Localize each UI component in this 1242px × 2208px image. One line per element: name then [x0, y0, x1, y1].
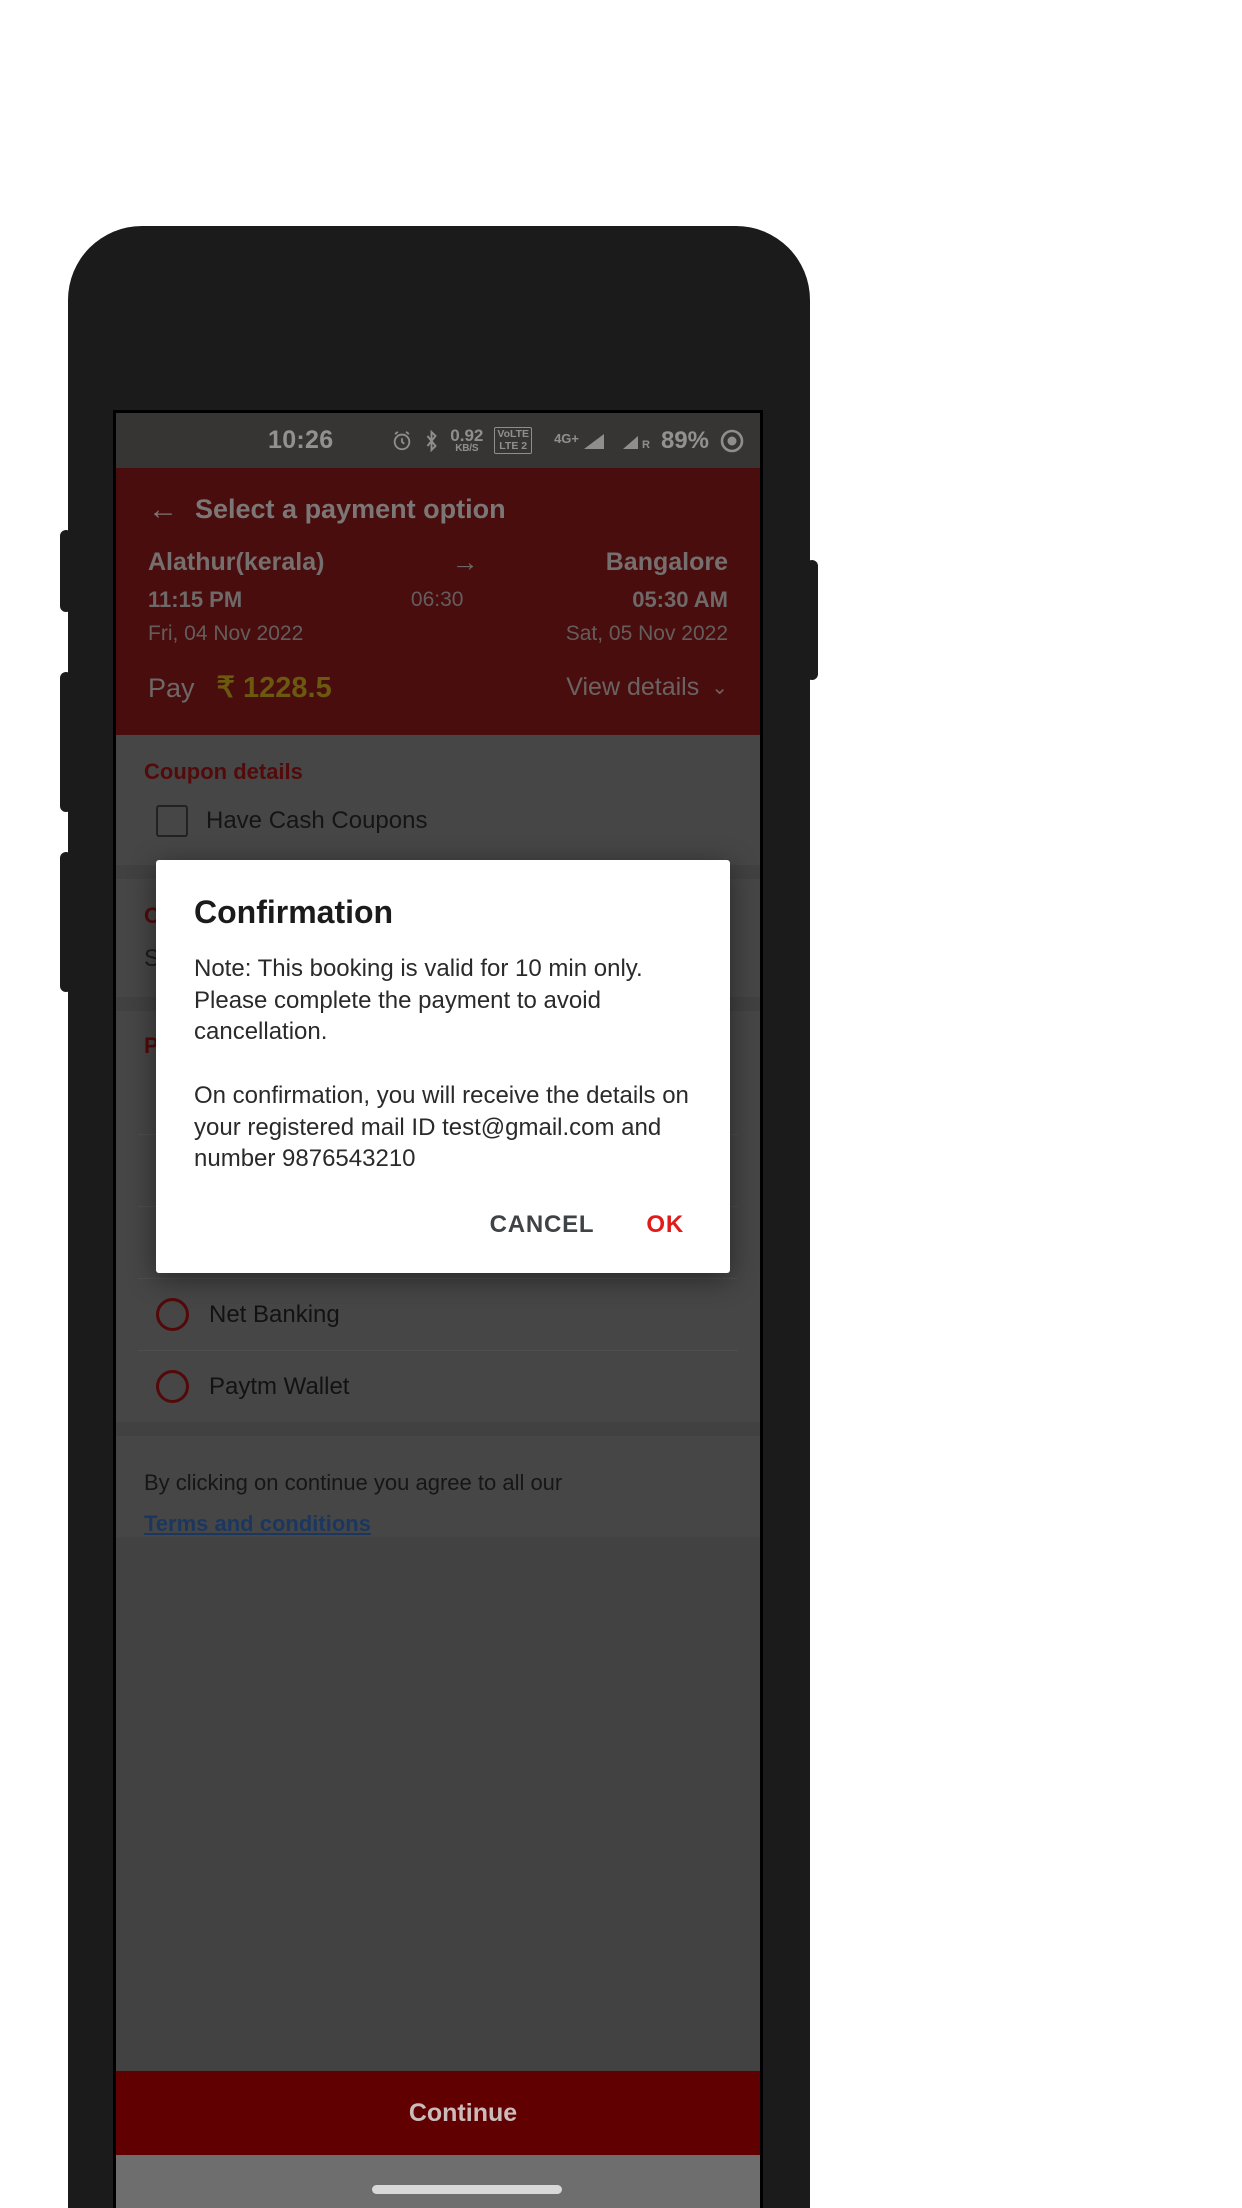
route-dates-row: Fri, 04 Nov 2022 Sat, 05 Nov 2022 — [138, 613, 738, 646]
continue-button-label: Continue — [408, 2098, 518, 2127]
data-speed-value: 0.92 — [450, 426, 484, 445]
departure-time: 11:15 PM — [148, 587, 243, 612]
payment-option-row[interactable]: Paytm Wallet — [138, 1351, 738, 1422]
screen-record-icon — [720, 429, 744, 453]
dialog-title: Confirmation — [194, 894, 394, 930]
pay-label: Pay — [148, 673, 195, 703]
signal-strength-secondary-icon: R — [617, 431, 650, 451]
dialog-actions: CANCEL OK — [194, 1175, 692, 1259]
radio-icon[interactable] — [156, 1298, 189, 1331]
battery-percentage: 89% — [660, 426, 709, 454]
phone-screen: 10:26 0.92 KB/S VoLTE LTE 2 4G+ R 89% ← … — [113, 410, 763, 2208]
page-title: Select a payment option — [195, 494, 506, 524]
dialog-paragraph-1: Note: This booking is valid for 10 min o… — [194, 955, 643, 1046]
app-header: ← Select a payment option Alathur(kerala… — [116, 468, 760, 735]
terms-and-conditions-link[interactable]: Terms and conditions — [144, 1499, 371, 1537]
arrival-date: Sat, 05 Nov 2022 — [565, 622, 728, 645]
pay-amount: ₹ 1228.5 — [216, 672, 332, 704]
confirmation-dialog: Confirmation Note: This booking is valid… — [156, 860, 730, 1274]
continue-button[interactable]: Continue — [116, 2071, 760, 2155]
device-button-left-1[interactable] — [60, 530, 72, 612]
volte-line-2: LTE 2 — [499, 439, 528, 452]
screenshot-root: 10:26 0.92 KB/S VoLTE LTE 2 4G+ R 89% ← … — [0, 0, 1242, 2208]
device-button-left-3[interactable] — [60, 852, 72, 992]
departure-date: Fri, 04 Nov 2022 — [148, 622, 304, 645]
alarm-clock-icon — [391, 430, 413, 452]
terms-block: By clicking on continue you agree to all… — [116, 1436, 760, 1537]
device-button-right[interactable] — [806, 560, 818, 680]
volte-line-1: VoLTE — [497, 428, 530, 441]
view-details-label: View details — [566, 673, 700, 701]
volte-icon: VoLTE LTE 2 — [494, 427, 533, 454]
payment-option-row[interactable]: Net Banking — [138, 1279, 738, 1351]
destination-city: Bangalore — [605, 548, 728, 576]
origin-city: Alathur(kerala) — [148, 548, 325, 576]
status-bar-icons: 0.92 KB/S VoLTE LTE 2 4G+ R 89% — [391, 427, 744, 455]
have-cash-coupons-row[interactable]: Have Cash Coupons — [138, 791, 738, 865]
data-speed-unit: KB/S — [455, 443, 479, 454]
system-navigation-bar — [116, 2155, 760, 2208]
route-times-row: 11:15 PM 06:30 05:30 AM — [138, 578, 738, 613]
ok-button[interactable]: OK — [646, 1211, 684, 1239]
arrival-time: 05:30 AM — [632, 587, 728, 612]
route-cities-row: Alathur(kerala) → Bangalore — [138, 547, 738, 578]
device-button-left-2[interactable] — [60, 672, 72, 812]
gesture-pill[interactable] — [372, 2185, 562, 2194]
data-speed-indicator: 0.92 KB/S — [450, 427, 483, 454]
coupon-details-card: Coupon details Have Cash Coupons — [116, 735, 760, 865]
payment-option-label: Paytm Wallet — [209, 1372, 350, 1400]
status-bar-clock: 10:26 — [268, 426, 334, 454]
journey-duration: 06:30 — [410, 588, 464, 611]
bluetooth-icon — [424, 429, 439, 452]
header-title-row: ← Select a payment option — [138, 486, 738, 547]
arrow-right-icon: → — [451, 547, 479, 577]
coupon-section-title: Coupon details — [144, 759, 303, 784]
network-type-label: 4G+ — [554, 430, 579, 446]
dialog-paragraph-2: On confirmation, you will receive the de… — [194, 1082, 689, 1173]
section-divider — [116, 1422, 760, 1436]
chevron-down-icon: ⌄ — [711, 677, 728, 699]
payment-option-label: Net Banking — [209, 1300, 340, 1328]
terms-agreement-text: By clicking on continue you agree to all… — [144, 1470, 563, 1495]
cancel-button[interactable]: CANCEL — [490, 1211, 595, 1239]
signal-strength-primary-icon: 4G+ — [543, 431, 606, 451]
fare-summary-row: Pay ₹ 1228.5 View details ⌄ — [138, 646, 738, 713]
back-arrow-icon[interactable]: ← — [148, 494, 178, 525]
radio-icon[interactable] — [156, 1370, 189, 1403]
roaming-label: R — [642, 438, 650, 451]
have-cash-coupons-label: Have Cash Coupons — [206, 807, 428, 834]
have-cash-coupons-checkbox[interactable] — [156, 805, 188, 837]
view-details-toggle[interactable]: View details ⌄ — [566, 673, 728, 702]
status-bar: 10:26 0.92 KB/S VoLTE LTE 2 4G+ R 89% — [116, 413, 760, 468]
